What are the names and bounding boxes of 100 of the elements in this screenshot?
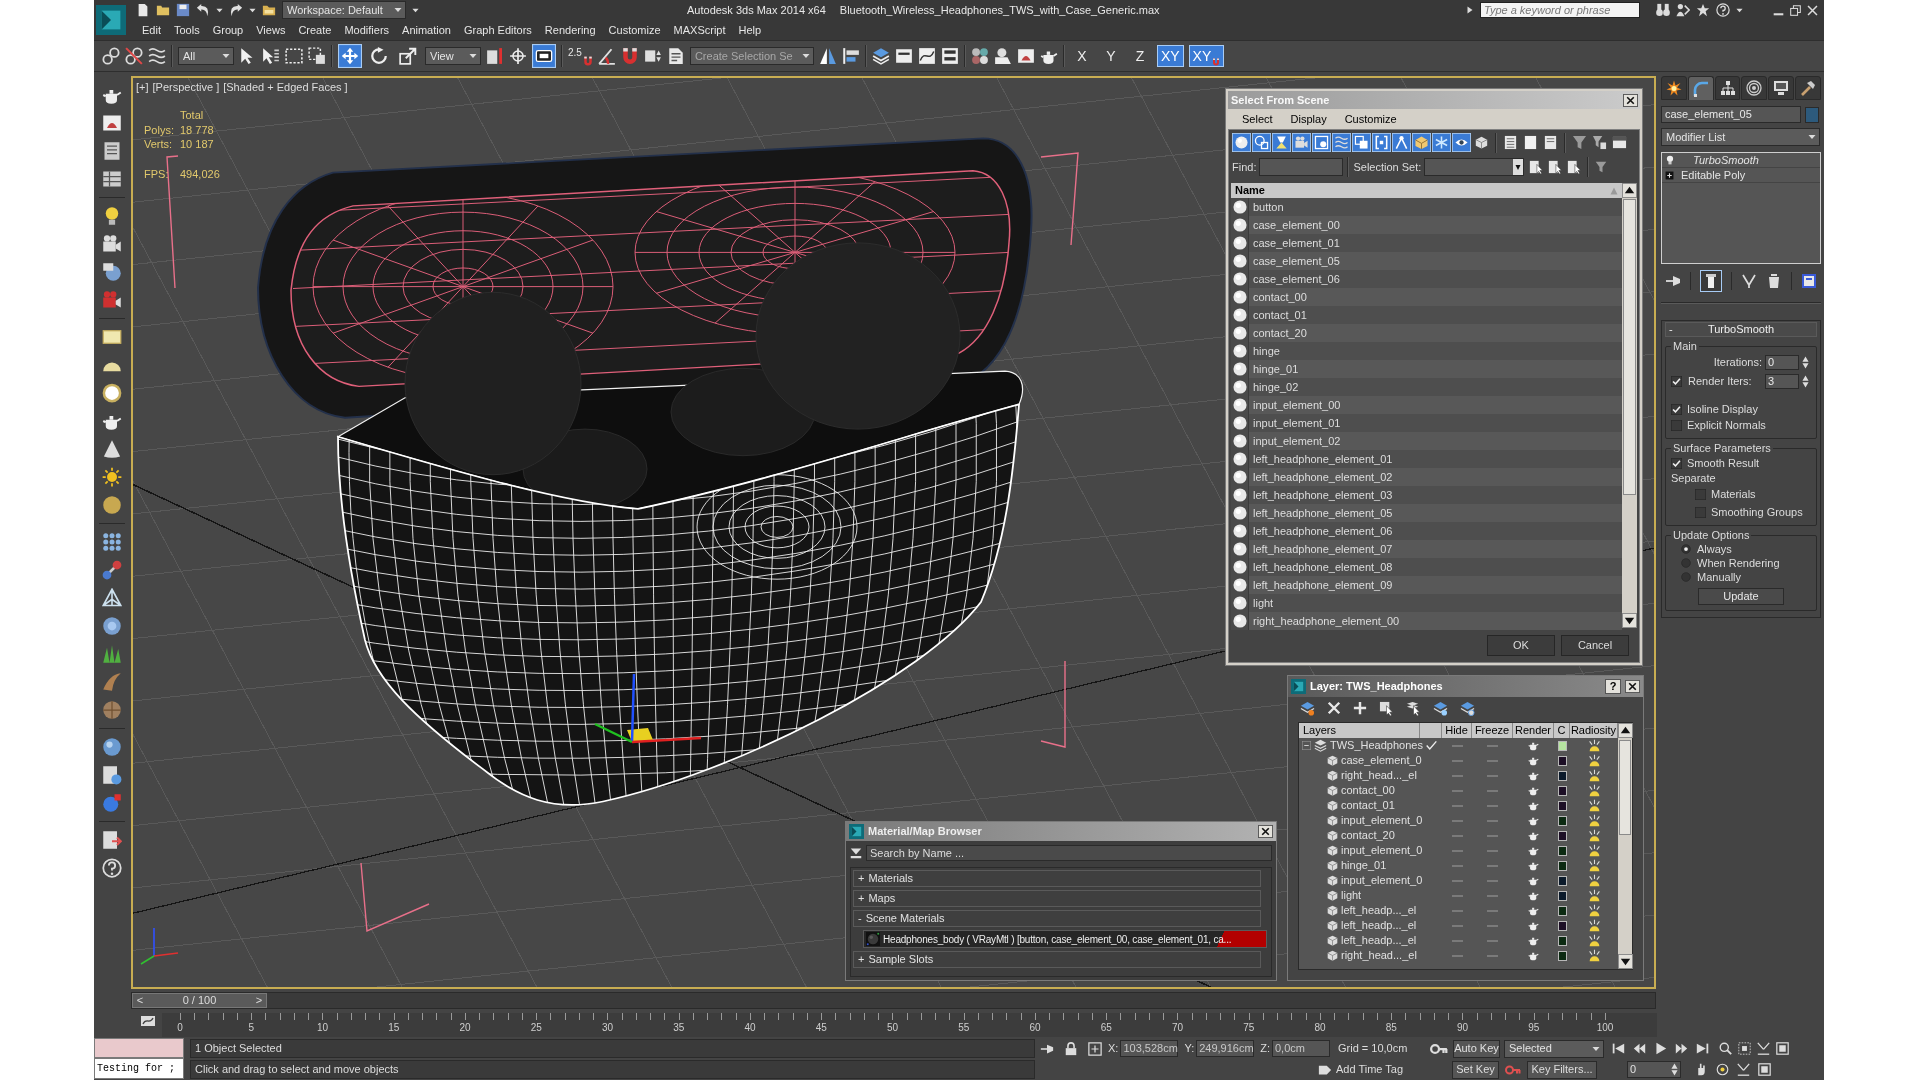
help-icon[interactable] <box>1716 3 1730 17</box>
layer-color-swatch-icon[interactable] <box>1557 920 1567 931</box>
scrollbar[interactable] <box>1618 723 1632 969</box>
menu-item[interactable]: Views <box>256 23 286 37</box>
plane-icon[interactable] <box>101 327 122 347</box>
earbuds-case-model-drawing[interactable] <box>257 137 1033 806</box>
rollout-header[interactable]: - TurboSmooth <box>1665 322 1817 337</box>
freeze-toggle-icon[interactable] <box>1487 789 1498 792</box>
track-bar[interactable]: 0 5 10 15 20 25 30 35 40 45 50 55 60 65 70 75 80 85 90 95 100 <box>162 1013 1657 1037</box>
zoom-icon[interactable] <box>1719 1042 1732 1055</box>
star-icon[interactable] <box>1696 3 1710 17</box>
search-field[interactable]: Type a keyword or phrase <box>1480 2 1640 18</box>
time-slider-thumb[interactable]: < 0 / 100 > <box>132 993 267 1008</box>
column-header[interactable]: Radiosity <box>1570 723 1618 738</box>
wave-icon[interactable] <box>148 47 166 65</box>
reference-coordinate-dropdown[interactable]: View <box>425 47 481 65</box>
fork-icon[interactable] <box>1740 273 1757 289</box>
freeze-toggle-icon[interactable] <box>1487 954 1498 957</box>
menu-item[interactable]: Create <box>298 23 332 37</box>
shapes-icon[interactable] <box>1252 133 1271 152</box>
zoom-extents-icon[interactable] <box>1738 1042 1751 1055</box>
document-icon[interactable] <box>101 830 122 850</box>
triangle-icon[interactable] <box>1466 6 1474 14</box>
spinner-arrows-icon[interactable] <box>1802 375 1809 388</box>
menu-item[interactable]: Select <box>1242 112 1273 126</box>
layer-color-swatch-icon[interactable] <box>1557 845 1567 856</box>
layer-color-swatch-icon[interactable] <box>1557 770 1567 781</box>
layers-icon[interactable] <box>871 47 890 65</box>
auto-key-button[interactable]: Auto Key <box>1453 1039 1500 1058</box>
time-slider-track[interactable]: < 0 / 100 > <box>131 992 1656 1009</box>
camera-icon[interactable] <box>101 234 122 254</box>
curve-editor-icon[interactable] <box>917 47 936 65</box>
schematic-icon[interactable] <box>940 47 959 65</box>
radiosity-sun-icon[interactable] <box>1587 859 1601 872</box>
spinner-arrows-icon[interactable] <box>1802 356 1809 369</box>
columns-icon[interactable] <box>1612 135 1627 150</box>
freeze-toggle-icon[interactable] <box>1487 924 1498 927</box>
camera-globe-icon[interactable] <box>101 262 122 282</box>
freeze-toggle-icon[interactable] <box>1487 744 1498 747</box>
ball-icon[interactable] <box>101 700 122 720</box>
ring-icon[interactable] <box>101 383 122 403</box>
column-header[interactable]: Layers <box>1299 723 1420 738</box>
layer-row[interactable]: right_head..._el <box>1299 948 1618 963</box>
frame-field[interactable]: 0 <box>1627 1061 1681 1078</box>
modifier-stack-item[interactable]: Editable Poly <box>1662 168 1820 183</box>
sign-in-icon[interactable] <box>1676 3 1690 17</box>
layer-eye-icon[interactable] <box>1433 700 1448 716</box>
layer-color-swatch-icon[interactable] <box>1557 950 1567 961</box>
group-header[interactable]: + Sample Slots <box>853 951 1261 968</box>
layer-row[interactable]: right_head..._el <box>1299 768 1618 783</box>
list-icon[interactable] <box>1503 135 1518 150</box>
teapot-icon[interactable] <box>1528 830 1539 841</box>
menu-item[interactable]: Group <box>212 23 244 37</box>
layer-color-swatch-icon[interactable] <box>1557 785 1567 796</box>
project-folder-icon[interactable] <box>262 3 276 17</box>
light-bulb-icon[interactable] <box>1665 155 1675 165</box>
column-header[interactable]: Render <box>1513 723 1554 738</box>
pyramid-icon[interactable] <box>101 588 122 608</box>
radiosity-sun-icon[interactable] <box>1587 814 1601 827</box>
maxscript-input-field[interactable] <box>94 1038 184 1058</box>
radiosity-sun-icon[interactable] <box>1587 949 1601 962</box>
select-by-name-icon[interactable] <box>262 47 280 65</box>
help-button[interactable]: ? <box>1605 679 1621 694</box>
close-icon[interactable] <box>1625 680 1640 693</box>
crosshair-icon[interactable] <box>509 47 527 65</box>
folder-icon[interactable] <box>156 3 170 17</box>
scene-object-row[interactable]: left_headphone_element_09 <box>1231 576 1622 594</box>
command-panel-tab[interactable] <box>1741 76 1768 100</box>
material-panel-icon[interactable] <box>101 765 122 785</box>
binoculars-icon[interactable] <box>1656 3 1670 17</box>
blank-page-icon[interactable] <box>1523 135 1538 150</box>
teapot-icon[interactable] <box>1528 860 1539 871</box>
scene-object-row[interactable]: case_element_01 <box>1231 234 1622 252</box>
layer-row[interactable]: contact_00 <box>1299 783 1618 798</box>
axis-constraint-button[interactable]: Z <box>1127 45 1152 67</box>
hide-toggle-icon[interactable] <box>1451 864 1463 867</box>
viewport-menu-label[interactable]: [+] <box>136 81 149 94</box>
help-icon[interactable] <box>101 858 122 878</box>
sphere-icon[interactable] <box>101 737 122 757</box>
coordinate-field[interactable]: 249,916cm <box>1196 1040 1255 1057</box>
hide-toggle-icon[interactable] <box>1451 834 1463 837</box>
scene-object-row[interactable]: right_headphone_element_00 <box>1231 612 1622 630</box>
eye-icon[interactable] <box>1452 133 1471 152</box>
hide-toggle-icon[interactable] <box>1451 894 1463 897</box>
checkbox[interactable] <box>1671 376 1682 387</box>
hide-toggle-icon[interactable] <box>1451 939 1463 942</box>
close-icon[interactable] <box>1258 825 1273 838</box>
checkbox[interactable] <box>1671 403 1682 415</box>
hide-toggle-icon[interactable] <box>1451 909 1463 912</box>
select-list-icon[interactable] <box>1529 160 1544 174</box>
dialog-title-bar[interactable]: Material/Map Browser <box>846 822 1276 841</box>
update-button[interactable]: Update <box>1698 588 1784 605</box>
add-time-tag-button[interactable]: Add Time Tag <box>1336 1063 1448 1076</box>
column-header[interactable]: C <box>1554 723 1570 738</box>
column-header[interactable]: Name <box>1231 183 1622 198</box>
layer-color-swatch-icon[interactable] <box>1557 740 1567 751</box>
pin-icon[interactable] <box>1665 273 1682 289</box>
undo-icon[interactable] <box>196 3 210 17</box>
previous-frame-icon[interactable] <box>1633 1042 1646 1055</box>
radiosity-sun-icon[interactable] <box>1587 844 1601 857</box>
